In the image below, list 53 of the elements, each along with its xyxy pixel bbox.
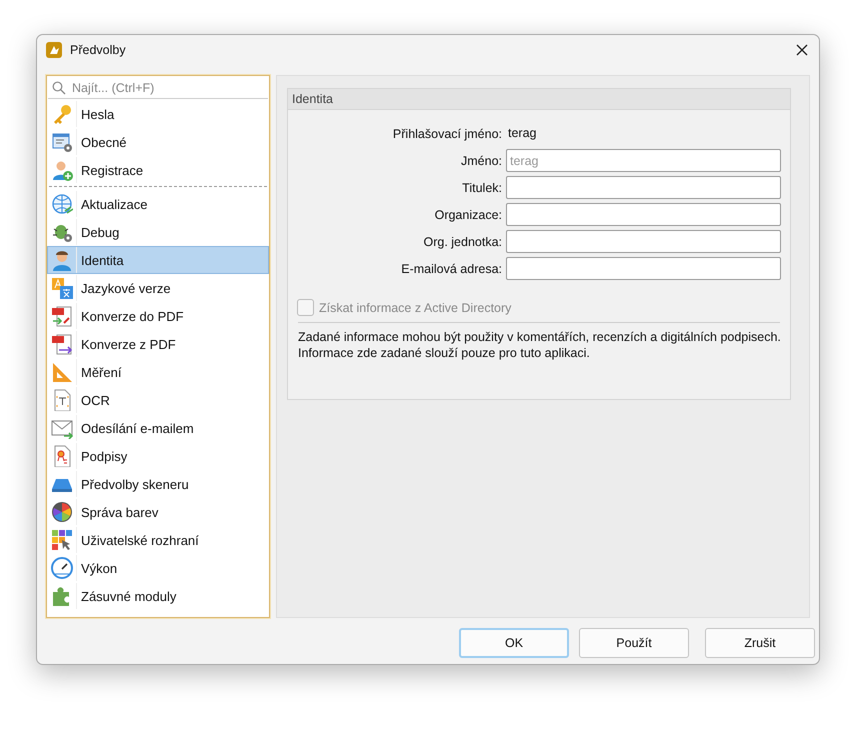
input-field[interactable]: [506, 176, 781, 199]
category-item[interactable]: Debug: [47, 218, 269, 246]
dialog-button[interactable]: Použít: [579, 628, 689, 658]
translate-icon: [51, 277, 73, 299]
category-item[interactable]: Hesla: [47, 100, 269, 128]
field-label: Org. jednotka:: [422, 234, 502, 248]
category-item[interactable]: Konverze do PDF: [47, 302, 269, 330]
gauge-icon: [51, 557, 73, 579]
settings-window-icon: [51, 131, 73, 153]
category-item[interactable]: Aktualizace: [47, 190, 269, 218]
globe-icon: [51, 193, 73, 215]
category-item[interactable]: Měření: [47, 358, 269, 386]
pdf-convert-icon: [51, 305, 73, 327]
user-add-icon: [51, 159, 73, 181]
category-item[interactable]: Odesílání e-mailem: [47, 414, 269, 442]
field-value: terag: [507, 125, 538, 142]
group-title: Identita: [288, 89, 790, 110]
pdf-export-icon: [51, 333, 73, 355]
category-item[interactable]: Zásuvné moduly: [47, 582, 269, 610]
dialog-button[interactable]: Zrušit: [705, 628, 815, 658]
category-item[interactable]: Uživatelské rozhraní: [47, 526, 269, 554]
info-text: Informace zde zadané slouží pouze pro tuto aplikaci.: [298, 345, 591, 361]
category-item[interactable]: OCR: [47, 386, 269, 414]
search-icon: [52, 80, 66, 94]
field-label: E-mailová adresa:: [400, 262, 502, 276]
category-item[interactable]: Jazykové verze: [47, 274, 269, 302]
window-title: Předvolby: [70, 43, 127, 57]
checkbox-label: Získat informace z Active Directory: [319, 300, 512, 314]
field-label: Jméno:: [460, 154, 502, 168]
info-text: Zadané informace mohou být použity v komentářích, recenzích a digitálních podpisech.: [298, 329, 782, 345]
category-item[interactable]: Předvolby skeneru: [47, 470, 269, 498]
input-field[interactable]: terag: [506, 149, 781, 172]
input-field[interactable]: [506, 230, 781, 253]
app-icon: [45, 41, 63, 59]
category-item[interactable]: Podpisy: [47, 442, 269, 470]
search-field[interactable]: Najít... (Ctrl+F): [70, 80, 264, 96]
category-item[interactable]: Identita: [47, 246, 269, 274]
category-item[interactable]: Registrace: [47, 156, 269, 184]
dialog-button[interactable]: OK: [459, 628, 569, 658]
category-item[interactable]: Výkon: [47, 554, 269, 582]
input-field[interactable]: [506, 203, 781, 226]
close-icon[interactable]: [796, 44, 808, 56]
category-item[interactable]: Správa barev: [47, 498, 269, 526]
input-field[interactable]: [506, 257, 781, 280]
tiles-cursor-icon: [51, 529, 73, 551]
user-icon: [51, 249, 73, 271]
category-item[interactable]: Obecné: [47, 128, 269, 156]
field-label: Organizace:: [434, 208, 502, 222]
ruler-icon: [51, 361, 73, 383]
category-item[interactable]: Konverze z PDF: [47, 330, 269, 358]
field-label: Titulek:: [461, 180, 502, 194]
color-wheel-icon: [51, 501, 73, 523]
field-label: Přihlašovací jméno:: [392, 126, 502, 140]
